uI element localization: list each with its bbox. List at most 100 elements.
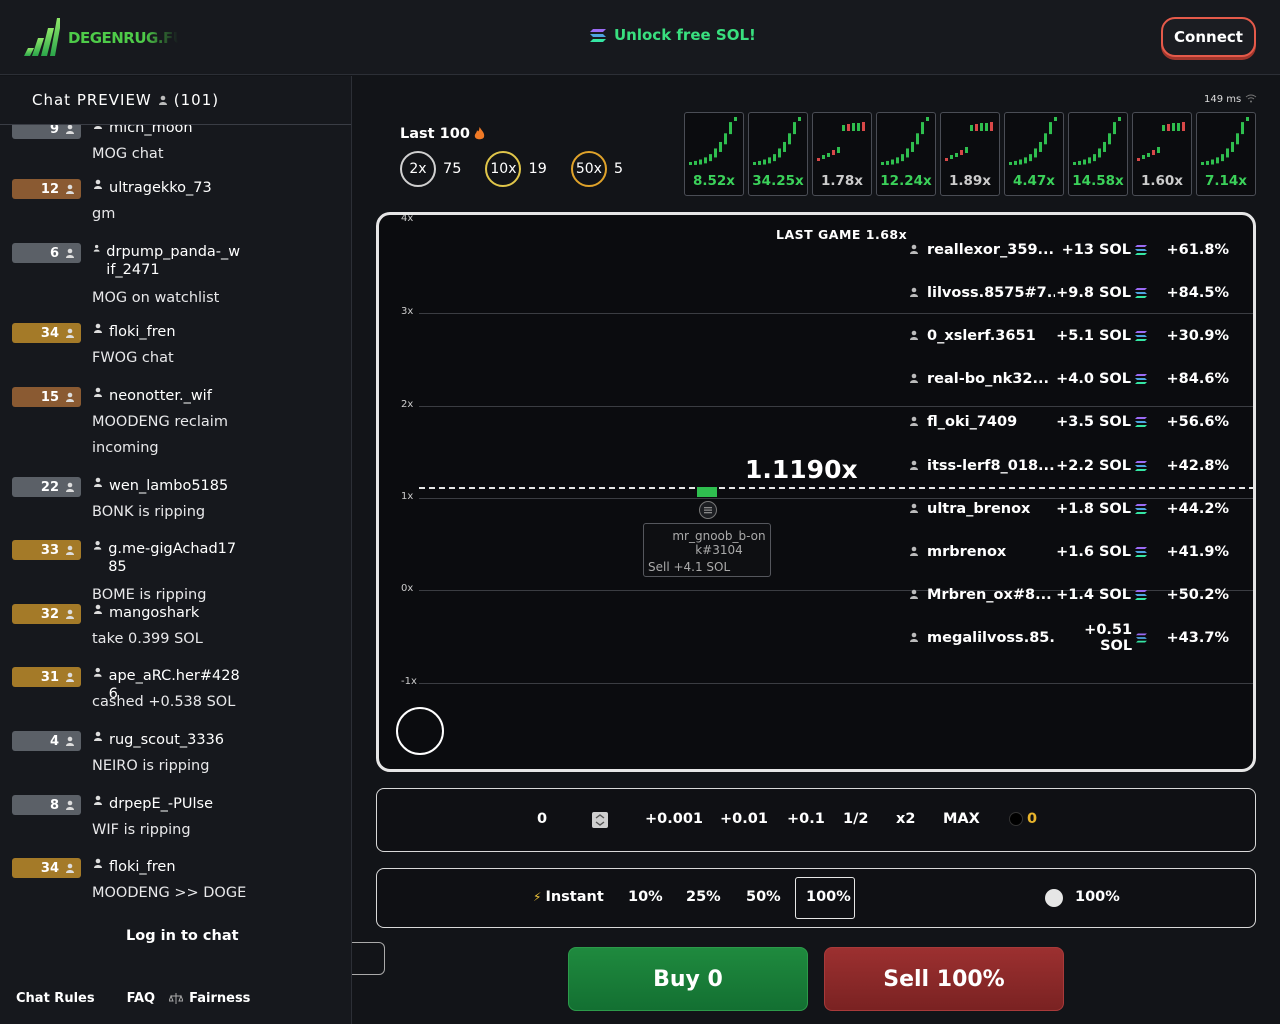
top-header: DEGENRUG.FUN Unlock free SOL! Connect xyxy=(0,0,1280,75)
level-value: 4 xyxy=(49,733,59,749)
amount-input[interactable]: 0 xyxy=(537,811,547,827)
user-icon xyxy=(66,248,74,258)
chat-username[interactable]: mich_moon xyxy=(93,125,193,137)
leaderboard-row[interactable]: mrbrenox +1.6 SOL +41.9% xyxy=(909,542,1229,562)
history-card[interactable]: 8.52x xyxy=(684,112,744,196)
history-candle xyxy=(758,160,761,165)
logo-bars-icon[interactable] xyxy=(24,18,60,58)
sell-percent-option[interactable]: 50% xyxy=(746,889,781,905)
history-candle xyxy=(783,141,786,152)
chat-count: (101) xyxy=(173,91,220,109)
history-candle xyxy=(827,153,830,157)
fire-icon xyxy=(474,127,485,140)
chat-username-text: drpump_panda-_wif_2471 xyxy=(106,244,241,278)
instant-toggle[interactable]: ⚡ Instant xyxy=(533,889,604,905)
leaderboard-row[interactable]: ultra_brenox +1.8 SOL +44.2% xyxy=(909,499,1229,519)
logo-text[interactable]: DEGENRUG.FUN xyxy=(68,29,178,47)
sell-percent-option[interactable]: 25% xyxy=(686,889,721,905)
leaderboard-row[interactable]: megalilvoss.85... +0.51 SOL +43.7% xyxy=(909,622,1229,654)
multiplier-badge: 10x xyxy=(485,151,522,187)
multiplier-badges: 2x 75 10x 19 50x 5 xyxy=(400,151,647,187)
user-icon xyxy=(94,731,102,741)
leaderboard-row[interactable]: itss-lerf8_018... +2.2 SOL +42.8% xyxy=(909,456,1229,476)
history-candle xyxy=(990,122,993,131)
leaderboard-sol: +0.51 SOL xyxy=(1084,621,1133,654)
chat-username[interactable]: neonotter._wif xyxy=(93,387,212,405)
login-to-chat-button[interactable]: Log in to chat xyxy=(126,928,239,944)
history-candle xyxy=(1246,117,1249,121)
side-tab-handle[interactable] xyxy=(352,942,385,975)
buy-button[interactable]: Buy 0 xyxy=(568,947,808,1011)
amount-preset-button[interactable]: +0.01 xyxy=(720,811,768,827)
chat-username-text: drpepE_-PUlse xyxy=(109,796,213,812)
history-card[interactable]: 34.25x xyxy=(748,112,808,196)
amount-preset-button[interactable]: +0.001 xyxy=(645,811,703,827)
chat-username[interactable]: floki_fren xyxy=(93,323,176,341)
unlock-free-sol-link[interactable]: Unlock free SOL! xyxy=(590,26,756,44)
chat-username[interactable]: mangoshark xyxy=(93,604,199,622)
chat-rules-link[interactable]: Chat Rules xyxy=(16,991,95,1006)
history-candle xyxy=(1211,159,1214,165)
user-icon xyxy=(158,95,167,105)
fairness-link[interactable]: Fairness xyxy=(169,991,250,1006)
chat-username[interactable]: wen_lambo5185 xyxy=(93,477,228,495)
leaderboard-row[interactable]: 0_xslerf.3651 +5.1 SOL +30.9% xyxy=(909,326,1229,346)
sell-percent-option[interactable]: 10% xyxy=(628,889,663,905)
custom-percent-slider-knob[interactable] xyxy=(1045,889,1063,907)
faq-link[interactable]: FAQ xyxy=(127,991,156,1006)
sell-button[interactable]: Sell 100% xyxy=(824,947,1064,1011)
chat-username-text: g.me-gigAchad1785 xyxy=(108,541,237,575)
leaderboard-row[interactable]: fl_oki_7409 +3.5 SOL +56.6% xyxy=(909,412,1229,432)
chat-username[interactable]: ultragekko_73 xyxy=(93,179,212,197)
chat-username[interactable]: rug_scout_3336 xyxy=(93,731,224,749)
history-card[interactable]: 1.89x xyxy=(940,112,1000,196)
level-value: 34 xyxy=(40,860,59,876)
connect-button[interactable]: Connect xyxy=(1161,17,1256,57)
history-candle xyxy=(916,133,919,145)
history-card[interactable]: 7.14x xyxy=(1196,112,1256,196)
lightning-icon: ⚡ xyxy=(533,890,542,904)
leaderboard-username: Mrbren_ox#8... xyxy=(927,586,1052,603)
chat-username[interactable]: g.me-gigAchad1785 xyxy=(93,540,243,576)
history-candle xyxy=(1172,123,1175,131)
chat-message-list[interactable]: 9 mich_moon MOG chat 12 ultragekko_73 gm 6 drpu… xyxy=(0,125,351,920)
trader-marker[interactable] xyxy=(699,501,717,519)
leaderboard-row[interactable]: lilvoss.8575#7... +9.8 SOL +84.5% xyxy=(909,283,1229,303)
game-chart[interactable]: LAST GAME 1.68x 1.1190x mr_gnoob_b-onk#3… xyxy=(376,212,1256,772)
y-axis-tick: 4x xyxy=(401,213,414,224)
clear-amount-icon[interactable] xyxy=(592,812,608,828)
leaderboard-sol: +1.6 SOL xyxy=(1056,543,1131,560)
amount-preset-button[interactable]: x2 xyxy=(896,811,915,827)
history-candle xyxy=(857,123,860,131)
multiplier-badge-count: 75 xyxy=(443,161,462,177)
amount-preset-button[interactable]: MAX xyxy=(943,811,980,827)
leaderboard-profit: +2.2 SOL xyxy=(1055,458,1151,474)
leaderboard-row[interactable]: real-bo_nk32... +4.0 SOL +84.6% xyxy=(909,369,1229,389)
multiplier-badge-count: 19 xyxy=(528,161,547,177)
chat-username[interactable]: floki_fren xyxy=(93,858,176,876)
history-candle xyxy=(1167,124,1170,131)
chat-username[interactable]: drpump_panda-_wif_2471 xyxy=(93,243,243,279)
amount-preset-button[interactable]: 1/2 xyxy=(843,811,868,827)
history-card[interactable]: 1.78x xyxy=(812,112,872,196)
sell-percent-option[interactable]: 100% xyxy=(806,889,851,905)
history-card[interactable]: 1.60x xyxy=(1132,112,1192,196)
history-multiplier: 12.24x xyxy=(880,173,932,189)
amount-preset-button[interactable]: +0.1 xyxy=(787,811,825,827)
chat-username[interactable]: drpepE_-PUlse xyxy=(93,795,213,813)
history-card[interactable]: 12.24x xyxy=(876,112,936,196)
level-badge: 9 xyxy=(12,125,81,139)
user-icon xyxy=(66,184,74,194)
history-card[interactable]: 4.47x xyxy=(1004,112,1064,196)
solana-icon xyxy=(704,507,712,514)
chart-toggle-button[interactable] xyxy=(396,707,444,755)
leaderboard-row[interactable]: reallexor_359... +13 SOL +61.8% xyxy=(909,240,1229,260)
leaderboard-row[interactable]: Mrbren_ox#8... +1.4 SOL +50.2% xyxy=(909,585,1229,605)
level-value: 32 xyxy=(40,606,59,622)
history-candle xyxy=(945,158,948,161)
user-icon xyxy=(94,795,102,805)
history-candle xyxy=(1142,155,1145,159)
history-card[interactable]: 14.58x xyxy=(1068,112,1128,196)
chat-message-text: cashed +0.538 SOL xyxy=(92,694,236,710)
level-value: 22 xyxy=(40,479,59,495)
